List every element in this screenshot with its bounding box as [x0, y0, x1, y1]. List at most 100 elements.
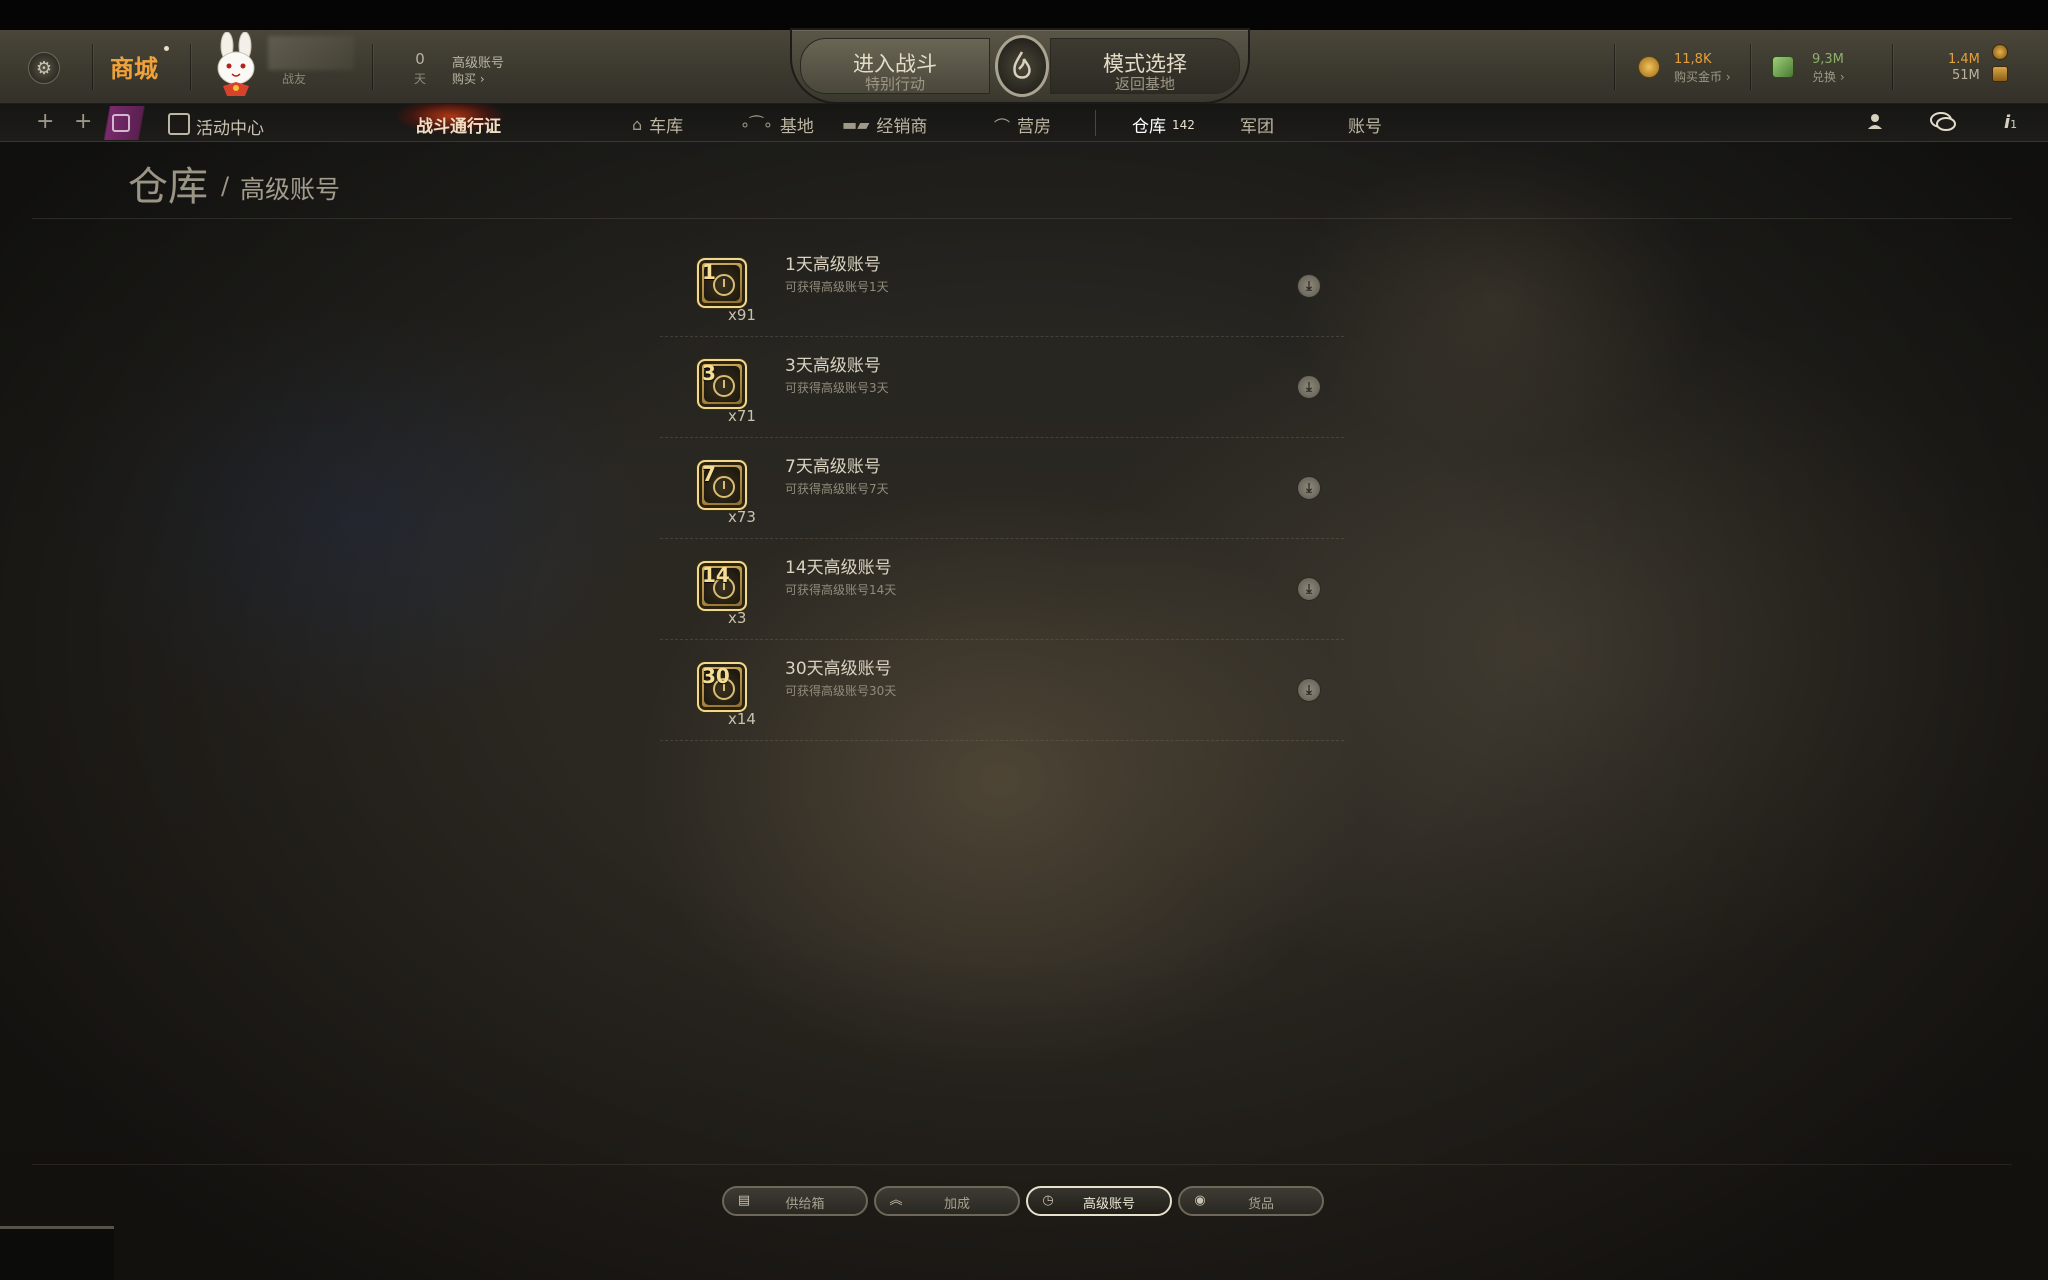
shop-button[interactable]: 商城: [110, 52, 158, 86]
barracks-icon: ⌒: [994, 116, 1011, 136]
battle-pass-link[interactable]: 战斗通行证: [416, 112, 501, 137]
premium-days-unit: 天: [413, 72, 426, 86]
footer-divider: [32, 1164, 2012, 1165]
nav-item-account[interactable]: 账号: [1348, 112, 1382, 137]
enter-battle-button[interactable]: 进入战斗 特别行动: [800, 38, 990, 94]
list-item[interactable]: 14 x3 14天高级账号 可获得高级账号14天 ⤓: [660, 539, 1344, 640]
battle-mode-emblem-icon[interactable]: [995, 35, 1049, 97]
item-description: 可获得高级账号14天: [785, 583, 897, 597]
add-slot-plus-icon[interactable]: +: [36, 110, 54, 134]
profile-user-icon[interactable]: [1866, 112, 1884, 135]
notifications-count: 1: [2010, 118, 2018, 131]
filter-boost[interactable]: ︽ 加成: [874, 1186, 1020, 1216]
item-title: 14天高级账号: [785, 558, 892, 578]
premium-day-clock-icon: 30: [697, 662, 747, 712]
player-avatar-icon[interactable]: [205, 32, 267, 98]
breadcrumb-depot[interactable]: 仓库: [128, 154, 208, 212]
chat-icon[interactable]: [1930, 112, 1956, 137]
filter-goods[interactable]: ◉ 货品: [1178, 1186, 1324, 1216]
credits-icon: [1772, 56, 1794, 78]
item-quantity: x91: [728, 306, 756, 324]
activate-download-icon[interactable]: ⤓: [1297, 375, 1321, 399]
nav-item-label: 军团: [1240, 117, 1274, 137]
title-strip: [0, 0, 2048, 30]
battle-mode-label: 特别行动: [864, 75, 925, 93]
item-title: 1天高级账号: [785, 255, 881, 275]
nav-item-label: 经销商: [876, 117, 928, 137]
free-xp-star-icon: [1992, 44, 2008, 60]
list-item[interactable]: 3 x71 3天高级账号 可获得高级账号3天 ⤓: [660, 337, 1344, 438]
item-icon-number: 14: [702, 563, 730, 587]
item-quantity: x73: [728, 508, 756, 526]
activate-download-icon[interactable]: ⤓: [1297, 476, 1321, 500]
nav-item-label: 仓库: [1132, 117, 1166, 137]
filter-label: 高级账号: [1082, 1197, 1135, 1212]
item-title: 30天高级账号: [785, 659, 892, 679]
premium-clock-icon: ◷: [1042, 1193, 1054, 1208]
item-title: 3天高级账号: [785, 356, 881, 376]
boost-icon: [112, 114, 130, 132]
garage-icon: ⌂: [632, 115, 643, 134]
flame-emblem-icon: [1013, 51, 1031, 79]
item-icon-number: 1: [702, 260, 716, 284]
title-divider: [32, 218, 2012, 219]
event-center-link[interactable]: 活动中心: [196, 114, 264, 139]
premium-days-count: 0: [415, 50, 425, 68]
chat-bubbles-icon: [1930, 112, 1956, 131]
shop-notification-dot: [164, 46, 169, 51]
tank-dealer-icon: ▬▰: [842, 115, 870, 134]
crew-xp-icon: [1992, 66, 2008, 82]
list-item[interactable]: 7 x73 7天高级账号 可获得高级账号7天 ⤓: [660, 438, 1344, 539]
filter-label: 货品: [1247, 1197, 1274, 1212]
activate-download-icon[interactable]: ⤓: [1297, 678, 1321, 702]
item-description: 可获得高级账号7天: [785, 482, 889, 496]
nav-item-garage[interactable]: ⌂ 车库: [632, 112, 683, 137]
bottom-left-panel: [0, 1226, 114, 1280]
filter-supply-box[interactable]: ▤ 供给箱: [722, 1186, 868, 1216]
nav-item-barracks[interactable]: ⌒ 营房: [994, 112, 1052, 138]
depot-count-badge: 142: [1172, 117, 1195, 132]
nav-item-label: 基地: [779, 117, 814, 137]
item-description: 可获得高级账号3天: [785, 381, 889, 395]
player-rank: 战友: [282, 72, 307, 86]
exchange-link[interactable]: 兑换 ›: [1812, 68, 1845, 85]
premium-account-label: 高级账号: [452, 56, 505, 71]
base-icon: ∘⁀∘: [740, 115, 773, 134]
buy-gold-link[interactable]: 购买金币 ›: [1674, 68, 1731, 85]
activate-download-icon[interactable]: ⤓: [1297, 577, 1321, 601]
premium-items-list: 1 x91 1天高级账号 可获得高级账号1天 ⤓ 3 x71 3天高级账号 可获…: [660, 236, 1344, 741]
item-title: 7天高级账号: [785, 457, 881, 477]
boost-tab-banner[interactable]: [92, 106, 172, 140]
game-client-window: ⚙ 商城 战友 0 天 高级账号 购买 › 进入战斗 特别行动 模式选择 返回基…: [0, 0, 2048, 1280]
filter-premium-account[interactable]: ◷ 高级账号: [1026, 1186, 1172, 1216]
nav-item-label: 营房: [1017, 117, 1052, 137]
item-quantity: x3: [728, 609, 747, 627]
settings-gear-icon[interactable]: ⚙: [28, 52, 60, 84]
add-slot-plus-icon[interactable]: +: [74, 110, 92, 134]
gold-amount: 11,8K: [1674, 52, 1712, 67]
supply-box-icon: ▤: [737, 1193, 751, 1208]
free-xp-amount: 1.4M: [1948, 52, 1980, 67]
event-center-icon: [168, 113, 190, 135]
notifications-info-icon[interactable]: i1: [2004, 112, 2017, 133]
item-description: 可获得高级账号1天: [785, 280, 889, 294]
nav-item-clan[interactable]: 军团: [1240, 112, 1274, 137]
mode-select-button[interactable]: 模式选择 返回基地: [1050, 38, 1240, 94]
nav-item-depot[interactable]: 仓库 142: [1132, 112, 1195, 137]
list-item[interactable]: 1 x91 1天高级账号 可获得高级账号1天 ⤓: [660, 236, 1344, 337]
nav-item-dealer[interactable]: ▬▰ 经销商: [842, 112, 927, 137]
credits-amount: 9,3M: [1812, 52, 1844, 67]
battle-controls: 进入战斗 特别行动 模式选择 返回基地: [790, 28, 1250, 104]
return-base-label: 返回基地: [1114, 75, 1175, 93]
premium-day-clock-icon: 14: [697, 561, 747, 611]
premium-buy-link[interactable]: 购买 ›: [452, 70, 485, 87]
goods-icon: ◉: [1194, 1193, 1206, 1208]
nav-item-base[interactable]: ∘⁀∘ 基地: [740, 112, 814, 137]
filter-label: 加成: [943, 1197, 970, 1212]
list-item[interactable]: 30 x14 30天高级账号 可获得高级账号30天 ⤓: [660, 640, 1344, 741]
breadcrumb-separator: /: [221, 172, 230, 200]
item-icon-number: 7: [702, 462, 716, 486]
premium-day-clock-icon: 3: [697, 359, 747, 409]
nav-item-label: 车库: [649, 117, 684, 137]
activate-download-icon[interactable]: ⤓: [1297, 274, 1321, 298]
